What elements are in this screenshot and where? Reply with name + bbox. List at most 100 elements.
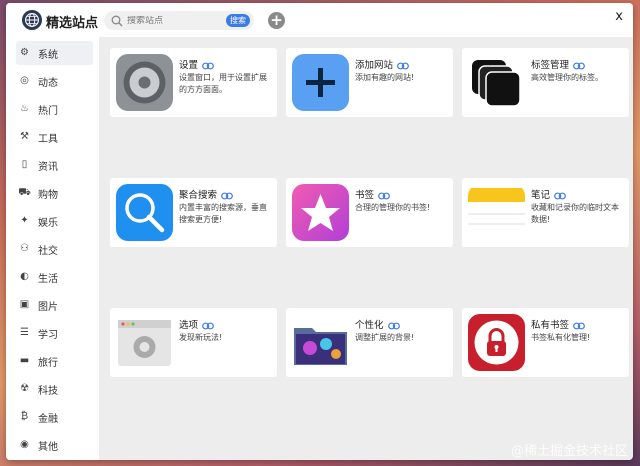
sidebar-item-label: 工具 bbox=[38, 133, 58, 145]
add-button[interactable]: + bbox=[268, 12, 285, 29]
link-icon[interactable] bbox=[378, 192, 390, 200]
watermark: @稀土掘金技术社区 bbox=[510, 444, 628, 459]
link-icon[interactable] bbox=[202, 62, 214, 70]
card-title: 笔记 bbox=[531, 187, 566, 201]
sidebar-item[interactable]: ⚒ 工具 bbox=[16, 125, 93, 149]
link-icon[interactable] bbox=[202, 322, 214, 330]
sidebar-item-label: 图片 bbox=[38, 301, 58, 313]
robot-icon: ☢ bbox=[20, 383, 29, 394]
card-title: 设置 bbox=[179, 57, 214, 71]
sidebar-item[interactable]: ⚇ 社交 bbox=[16, 237, 93, 261]
gamepad-icon: ✦ bbox=[20, 215, 29, 226]
header-bar: 精选站点 搜索 + x bbox=[6, 3, 633, 37]
star-icon bbox=[292, 184, 349, 241]
globe-logo-icon bbox=[22, 10, 42, 30]
hammer-icon: ⚒ bbox=[20, 131, 29, 142]
sidebar-item[interactable]: ⚙ 系统 bbox=[16, 41, 93, 65]
document-icon: ☰ bbox=[20, 327, 29, 338]
sidebar-item[interactable]: ♨ 热门 bbox=[16, 97, 93, 121]
card-title: 私有书签 bbox=[531, 317, 585, 331]
card-title: 聚合搜索 bbox=[179, 187, 233, 201]
sidebar-item[interactable]: ☢ 科技 bbox=[16, 377, 93, 401]
sidebar-item-label: 科技 bbox=[38, 385, 58, 397]
sidebar-item[interactable]: ▣ 图片 bbox=[16, 293, 93, 317]
sidebar-item-label: 学习 bbox=[38, 329, 58, 341]
search-box[interactable]: 搜索 bbox=[104, 11, 254, 30]
site-card[interactable]: 设置设置窗口，用于设置扩展的方方面面。 bbox=[110, 48, 277, 117]
sidebar-item[interactable]: ▯ 资讯 bbox=[16, 153, 93, 177]
card-description: 添加有趣的网站! bbox=[355, 73, 415, 82]
link-icon[interactable] bbox=[387, 322, 400, 330]
sidebar-item-label: 金融 bbox=[38, 413, 58, 425]
site-card[interactable]: 添加网站添加有趣的网站! bbox=[286, 48, 453, 117]
compass-icon: ◎ bbox=[20, 75, 29, 86]
card-description: 合理的管理你的书签! bbox=[355, 203, 431, 212]
search-button[interactable]: 搜索 bbox=[226, 14, 250, 27]
app-window: 精选站点 搜索 + x ⚙ 系统 ◎ 动态 ♨ 热门 ⚒ 工具 ▯ 资讯 ⛟ 购物 ✦ 娱乐 ⚇ 社交 ◐ 生活 ▣… bbox=[6, 3, 633, 460]
card-description: 设置窗口，用于设置扩展的方方面面。 bbox=[179, 73, 267, 94]
sidebar-item-label: 娱乐 bbox=[38, 217, 58, 229]
bitcoin-icon: ₿ bbox=[20, 411, 29, 422]
card-title: 选项 bbox=[179, 317, 214, 331]
sidebar-item[interactable]: ◉ 其他 bbox=[16, 433, 93, 457]
app-title: 精选站点 bbox=[46, 16, 99, 31]
plus-icon bbox=[292, 54, 349, 111]
sidebar-item-label: 动态 bbox=[38, 77, 58, 89]
site-card[interactable]: 笔记收藏和记录你的临时文本数据! bbox=[462, 178, 629, 247]
card-grid: 设置 设置窗口，用于设置扩展的方方面面。 添加网站 添加有趣的网站! 标签管理 高效管理你… bbox=[99, 37, 633, 460]
site-card[interactable]: 私有书签 书签私有化管理! bbox=[462, 308, 629, 377]
folder-image-icon bbox=[292, 314, 349, 371]
chrome-icon: ◉ bbox=[20, 439, 29, 450]
sidebar-item[interactable]: ⛟ 购物 bbox=[16, 181, 93, 205]
window-gear-icon bbox=[116, 314, 173, 371]
sidebar-item-label: 系统 bbox=[38, 49, 58, 61]
book-icon: ▯ bbox=[21, 159, 28, 170]
site-card[interactable]: 书签 合理的管理你的书签! bbox=[286, 178, 453, 247]
card-title: 添加网站 bbox=[355, 57, 409, 71]
sidebar-item[interactable]: ✦ 娱乐 bbox=[16, 209, 93, 233]
sidebar-item-label: 资讯 bbox=[38, 161, 58, 173]
sidebar-item[interactable]: ☰ 学习 bbox=[16, 321, 93, 345]
search-input[interactable] bbox=[127, 15, 227, 26]
site-card[interactable]: 个性化调整扩展的背景! bbox=[286, 308, 453, 377]
link-icon[interactable] bbox=[221, 192, 233, 200]
link-icon[interactable] bbox=[573, 62, 585, 70]
sidebar-item-label: 其他 bbox=[38, 441, 58, 453]
card-description: 内置丰富的搜索源，垂直搜索更方便! bbox=[179, 203, 267, 224]
cart-icon: ⛟ bbox=[18, 187, 31, 198]
lock-icon bbox=[468, 314, 525, 371]
sidebar-item[interactable]: ◎ 动态 bbox=[16, 69, 93, 93]
card-description: 收藏和记录你的临时文本数据! bbox=[531, 203, 619, 224]
site-card[interactable]: 选项发现新玩法! bbox=[110, 308, 277, 377]
link-icon[interactable] bbox=[397, 62, 409, 70]
people-icon: ⚇ bbox=[20, 243, 29, 254]
sidebar-item[interactable]: ◐ 生活 bbox=[16, 265, 93, 289]
card-description: 调整扩展的背景! bbox=[355, 333, 415, 342]
bus-icon: ▬ bbox=[19, 355, 30, 366]
site-card[interactable]: 标签管理 高效管理你的标签。 bbox=[462, 48, 629, 117]
sidebar-item-label: 热门 bbox=[38, 105, 58, 117]
close-button[interactable]: x bbox=[615, 9, 623, 24]
sidebar-item-label: 旅行 bbox=[38, 357, 58, 369]
flame-icon: ♨ bbox=[20, 103, 29, 114]
site-card[interactable]: 聚合搜索内置丰富的搜索源，垂直搜索更方便! bbox=[110, 178, 277, 247]
sidebar: ⚙ 系统 ◎ 动态 ♨ 热门 ⚒ 工具 ▯ 资讯 ⛟ 购物 ✦ 娱乐 ⚇ 社交 ◐ 生活 ▣ 图片 ☰ 学习 ▬ 旅行 ☢ 科技 ₿… bbox=[6, 37, 99, 460]
sidebar-item-label: 社交 bbox=[38, 245, 58, 257]
sidebar-item-label: 购物 bbox=[38, 189, 58, 201]
card-title: 个性化 bbox=[355, 317, 400, 331]
gear-icon: ⚙ bbox=[20, 47, 29, 58]
image-icon: ▣ bbox=[19, 299, 30, 310]
search-icon bbox=[111, 15, 123, 26]
link-icon[interactable] bbox=[554, 192, 566, 200]
settings-gear-icon bbox=[116, 54, 173, 111]
card-description: 发现新玩法! bbox=[179, 333, 223, 342]
card-title: 标签管理 bbox=[531, 57, 585, 71]
notes-icon bbox=[468, 184, 525, 241]
stacked-tabs-icon bbox=[468, 54, 525, 111]
sidebar-item[interactable]: ▬ 旅行 bbox=[16, 349, 93, 373]
contrast-icon: ◐ bbox=[20, 271, 29, 282]
sidebar-item[interactable]: ₿ 金融 bbox=[16, 405, 93, 429]
link-icon[interactable] bbox=[573, 322, 585, 330]
magnifier-icon bbox=[116, 184, 173, 241]
sidebar-item-label: 生活 bbox=[38, 273, 58, 285]
